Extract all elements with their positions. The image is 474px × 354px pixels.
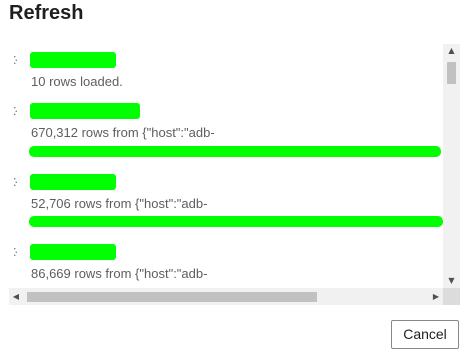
spinner-icon: ⁚· (13, 246, 18, 259)
spinner-icon: ⁚· (13, 105, 18, 118)
vertical-scrollbar[interactable]: ▲ ▼ (443, 44, 460, 288)
list-item: ⁚· 10 rows loaded. (9, 48, 441, 89)
redacted-source-text (29, 146, 441, 157)
item-status-text: 670,312 rows from {"host":"adb- (31, 125, 215, 140)
scroll-left-arrow-icon[interactable]: ◀ (9, 288, 23, 305)
item-status-text: 10 rows loaded. (31, 74, 123, 89)
redacted-query-name (30, 174, 116, 190)
dialog-title: Refresh (9, 2, 84, 24)
refresh-dialog: Refresh ⁚· 10 rows loaded. ⁚· 670,312 ro… (0, 0, 474, 354)
vertical-scroll-thumb[interactable] (447, 62, 456, 84)
list-item: ⁚· 670,312 rows from {"host":"adb- (9, 99, 441, 159)
spinner-icon: ⁚· (13, 176, 18, 189)
item-status-text: 52,706 rows from {"host":"adb- (31, 196, 208, 211)
scroll-right-arrow-icon[interactable]: ▶ (429, 288, 443, 305)
item-status-text: 86,669 rows from {"host":"adb- (31, 266, 208, 281)
redacted-query-name (30, 244, 116, 260)
list-item: ⁚· 86,669 rows from {"host":"adb- (9, 240, 441, 284)
horizontal-scrollbar[interactable]: ◀ ▶ (9, 288, 443, 305)
list-item: ⁚· 52,706 rows from {"host":"adb- (9, 170, 443, 230)
refresh-list-scroll-area[interactable]: ⁚· 10 rows loaded. ⁚· 670,312 rows from … (9, 44, 460, 305)
scroll-up-arrow-icon[interactable]: ▲ (443, 44, 460, 58)
cancel-button[interactable]: Cancel (391, 320, 459, 349)
redacted-query-name (30, 103, 140, 119)
spinner-icon: ⁚· (13, 54, 18, 67)
redacted-source-text (29, 216, 443, 227)
scrollbar-corner (443, 288, 460, 305)
scroll-down-arrow-icon[interactable]: ▼ (443, 274, 460, 288)
horizontal-scroll-thumb[interactable] (27, 292, 317, 302)
redacted-query-name (30, 52, 116, 68)
